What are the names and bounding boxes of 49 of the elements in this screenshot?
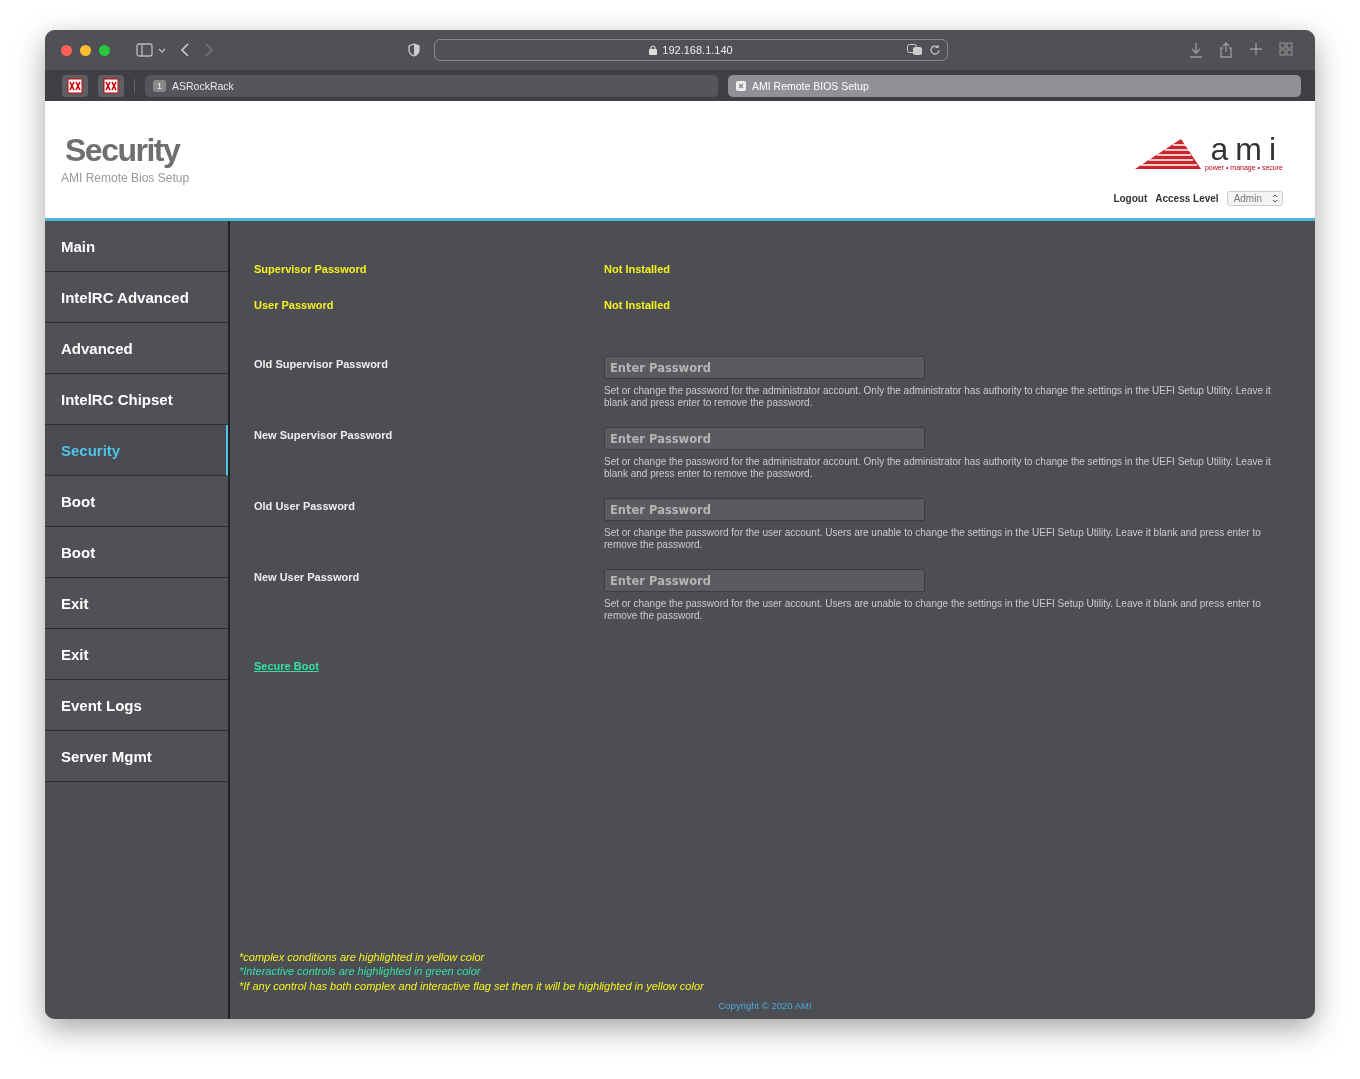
back-icon[interactable]	[180, 43, 190, 57]
help-text: Set or change the password for the administrator account. Only the administrator has authority to change the settings in the UEFI Setup Utility. Leave it blank and press enter to remove the password.	[604, 385, 1272, 409]
sidebar-toggle-icon[interactable]	[136, 43, 166, 57]
updown-caret-icon	[1272, 194, 1278, 203]
setting-value: Not Installed	[604, 263, 670, 275]
favicon-icon	[736, 80, 746, 91]
lock-icon	[649, 45, 658, 55]
close-icon[interactable]	[61, 44, 72, 56]
legend-note: *Interactive controls are highlighted in green color	[239, 964, 482, 979]
field-label: New User Password	[254, 570, 361, 583]
copyright-text: Copyright © 2020 AMI	[718, 1000, 812, 1011]
browser-tab[interactable]: 1 ASRockRack	[145, 74, 718, 97]
address-bar[interactable]: 192.168.1.140	[434, 39, 948, 61]
sidebar-item[interactable]: Security	[45, 425, 228, 476]
page-title: Security	[65, 132, 181, 169]
field-label: Old Supervisor Password	[254, 357, 389, 370]
setting-label: User Password	[254, 299, 335, 311]
pinned-tab-icon[interactable]	[98, 74, 124, 97]
help-text: Set or change the password for the user account. Users are unable to change the settings in the UEFI Setup Utility. Leave it blank and press enter to remove the password.	[604, 598, 1262, 622]
download-icon[interactable]	[1189, 42, 1203, 58]
logout-link[interactable]: Logout	[1113, 193, 1148, 204]
help-text: Set or change the password for the administrator account. Only the administrator has authority to change the settings in the UEFI Setup Utility. Leave it blank and press enter to remove the password.	[604, 456, 1272, 480]
setting-label: Supervisor Password	[254, 263, 368, 275]
field-label: New Supervisor Password	[254, 428, 394, 441]
field-label: Old User Password	[254, 499, 356, 512]
password-field[interactable]: Enter Password	[604, 356, 925, 379]
page-subtitle: AMI Remote Bios Setup	[61, 171, 190, 185]
legend-note: *If any control has both complex and interactive flag set then it will be highlighted in yellow color	[239, 978, 705, 993]
tab-number: 1	[153, 79, 166, 92]
tab-overview-icon[interactable]	[1279, 42, 1293, 56]
share-icon[interactable]	[1219, 42, 1233, 58]
secure-boot-link[interactable]: Secure Boot	[254, 660, 1291, 672]
new-tab-icon[interactable]	[1249, 42, 1263, 56]
access-level-label: Access Level	[1155, 193, 1219, 204]
password-field[interactable]: Enter Password	[604, 569, 925, 592]
help-text: Set or change the password for the user account. Users are unable to change the settings in the UEFI Setup Utility. Leave it blank and press enter to remove the password.	[604, 527, 1262, 551]
zoom-icon[interactable]	[99, 44, 110, 56]
address-text: 192.168.1.140	[662, 44, 733, 56]
setting-value: Not Installed	[604, 299, 670, 311]
password-field[interactable]: Enter Password	[604, 427, 925, 450]
minimize-icon[interactable]	[80, 44, 91, 56]
logo-text: ami	[1210, 134, 1283, 164]
reload-icon[interactable]	[930, 44, 941, 56]
legend-note: *complex conditions are highlighted in yellow color	[239, 949, 486, 964]
shield-icon[interactable]	[408, 43, 420, 57]
pinned-tab-icon[interactable]	[62, 74, 88, 97]
access-level-select[interactable]: Admin	[1226, 191, 1283, 206]
password-field[interactable]: Enter Password	[604, 498, 925, 521]
translate-icon[interactable]	[907, 44, 923, 56]
